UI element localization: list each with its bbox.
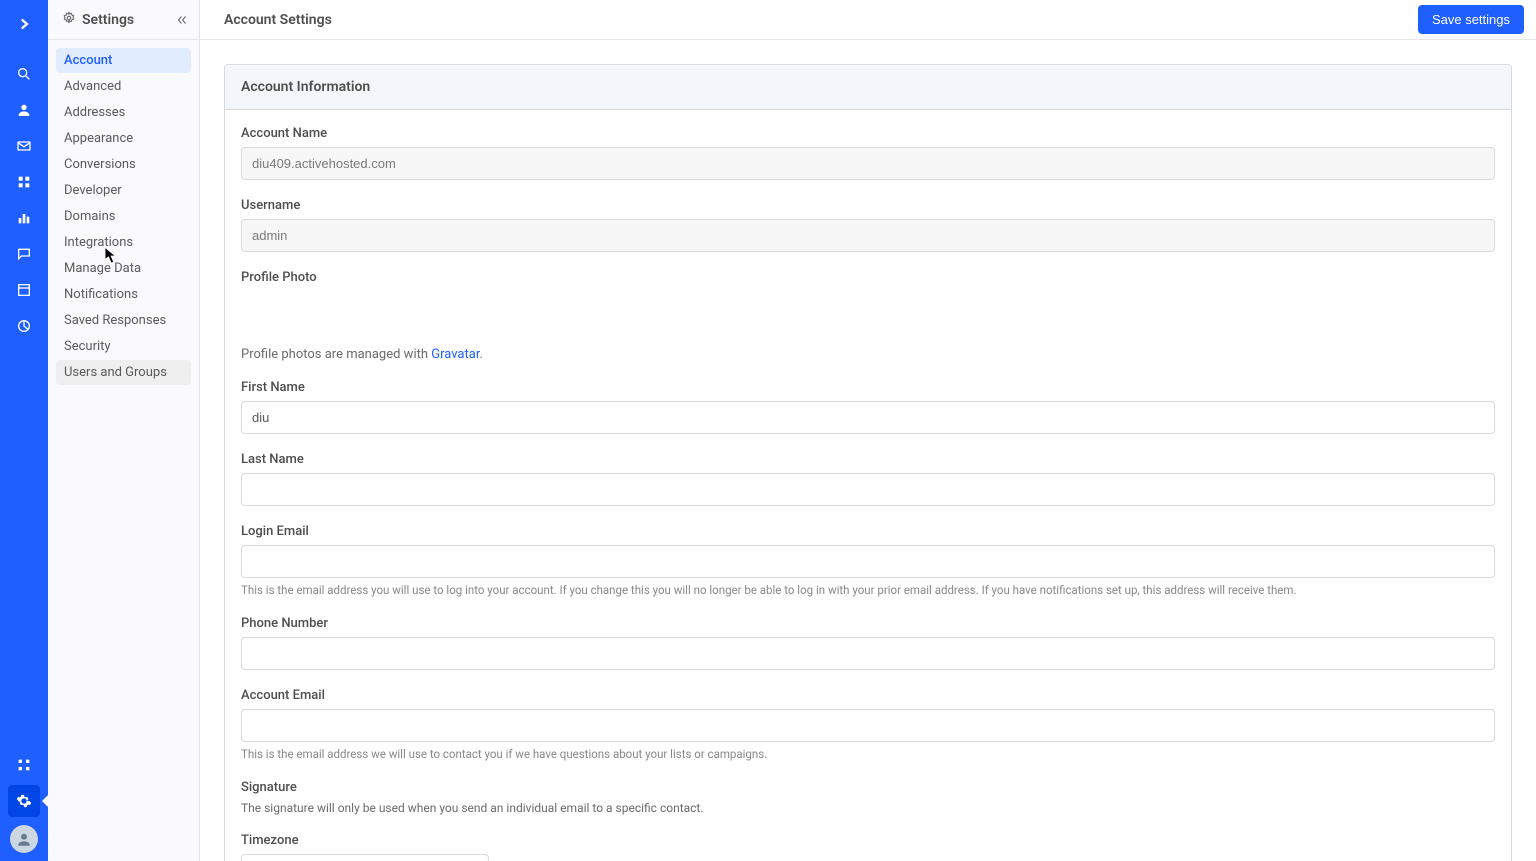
last-name-label: Last Name [241,452,1495,467]
signature-sub: The signature will only be used when you… [241,801,1495,815]
icon-rail [0,0,48,861]
settings-sidebar-header: Settings [48,0,199,40]
phone-input[interactable] [241,637,1495,670]
username-input[interactable] [241,219,1495,252]
nav-account[interactable]: Account [56,48,191,73]
settings-sidebar: Settings Account Advanced Addresses Appe… [48,0,200,861]
settings-title-text: Settings [82,12,134,28]
signature-label: Signature [241,780,1495,795]
profile-photo-label: Profile Photo [241,270,1495,285]
rail-top [0,8,48,346]
site-icon[interactable] [8,274,40,306]
nav-integrations[interactable]: Integrations [56,230,191,255]
login-email-help: This is the email address you will use t… [241,582,1495,598]
timezone-group: Timezone [241,833,1495,861]
settings-nav: Account Advanced Addresses Appearance Co… [48,40,199,394]
account-name-input[interactable] [241,147,1495,180]
avatar[interactable] [10,825,38,853]
main-body: Account Information Account Name Usernam… [200,40,1536,861]
login-email-group: Login Email This is the email address yo… [241,524,1495,598]
settings-icon[interactable] [8,785,40,817]
account-information-card: Account Information Account Name Usernam… [224,64,1512,861]
settings-sidebar-title: Settings [62,11,134,29]
nav-appearance[interactable]: Appearance [56,126,191,151]
mail-icon[interactable] [8,130,40,162]
account-email-group: Account Email This is the email address … [241,688,1495,762]
phone-group: Phone Number [241,616,1495,670]
nav-users-and-groups[interactable]: Users and Groups [56,360,191,385]
timezone-label: Timezone [241,833,1495,848]
nav-domains[interactable]: Domains [56,204,191,229]
first-name-label: First Name [241,380,1495,395]
contact-icon[interactable] [8,94,40,126]
page-title: Account Settings [224,12,332,28]
search-icon[interactable] [8,58,40,90]
conversations-icon[interactable] [8,238,40,270]
first-name-group: First Name [241,380,1495,434]
account-email-input[interactable] [241,709,1495,742]
apps-icon[interactable] [8,749,40,781]
phone-label: Phone Number [241,616,1495,631]
account-email-help: This is the email address we will use to… [241,746,1495,762]
first-name-input[interactable] [241,401,1495,434]
profile-photo-group: Profile Photo Profile photos are managed… [241,270,1495,362]
nav-manage-data[interactable]: Manage Data [56,256,191,281]
profile-photo-caption-after: . [479,347,482,362]
logo-icon[interactable] [8,8,40,40]
nav-advanced[interactable]: Advanced [56,74,191,99]
deals-icon[interactable] [8,166,40,198]
card-title: Account Information [225,65,1511,110]
account-email-label: Account Email [241,688,1495,703]
nav-developer[interactable]: Developer [56,178,191,203]
last-name-group: Last Name [241,452,1495,506]
gear-icon [62,11,76,29]
nav-security[interactable]: Security [56,334,191,359]
last-name-input[interactable] [241,473,1495,506]
username-label: Username [241,198,1495,213]
profile-photo-caption-before: Profile photos are managed with [241,347,431,362]
nav-saved-responses[interactable]: Saved Responses [56,308,191,333]
main: Account Settings Save settings Account I… [200,0,1536,861]
save-settings-button[interactable]: Save settings [1418,5,1524,34]
profile-photo-caption: Profile photos are managed with Gravatar… [241,347,1495,362]
card-body: Account Name Username Profile Photo Prof… [225,110,1511,861]
account-name-label: Account Name [241,126,1495,141]
login-email-input[interactable] [241,545,1495,578]
rail-bottom [0,749,48,853]
username-group: Username [241,198,1495,252]
main-header: Account Settings Save settings [200,0,1536,40]
timezone-select-wrap [241,854,489,861]
nav-notifications[interactable]: Notifications [56,282,191,307]
gravatar-link[interactable]: Gravatar [431,347,479,362]
account-name-group: Account Name [241,126,1495,180]
collapse-sidebar-button[interactable] [175,13,189,27]
login-email-label: Login Email [241,524,1495,539]
nav-conversions[interactable]: Conversions [56,152,191,177]
reports-icon[interactable] [8,202,40,234]
timezone-select[interactable] [241,854,489,861]
nav-addresses[interactable]: Addresses [56,100,191,125]
pie-icon[interactable] [8,310,40,342]
signature-group: Signature The signature will only be use… [241,780,1495,815]
